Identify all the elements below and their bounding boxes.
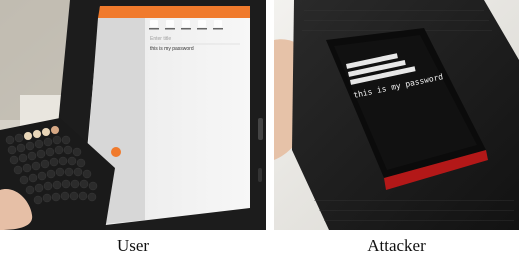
user-photo: Enter title this is my password [0,0,266,230]
caption-attacker: Attacker [367,236,426,255]
note-body-text[interactable]: this is my password [150,46,194,52]
attacker-scene: this is my password [274,0,519,230]
note-title-placeholder[interactable]: Enter title [150,36,171,42]
tablet-side-button [258,168,262,182]
user-scene: Enter title this is my password [0,0,266,230]
insert-icon[interactable] [150,20,158,27]
toolbar-label-3 [181,28,191,30]
toolbar-label-5 [213,28,223,30]
toolbar-label-2 [165,28,175,30]
floating-action-button[interactable] [111,147,121,157]
tag-icon[interactable] [198,20,206,27]
image-icon[interactable] [166,20,174,27]
app-toolbar [98,6,250,18]
more-icon[interactable] [214,20,222,27]
voice-icon[interactable] [182,20,190,27]
toolbar-label-1 [149,28,159,30]
attacker-photo: this is my password [274,0,519,230]
toolbar-label-4 [197,28,207,30]
caption-user: User [116,236,150,255]
tablet-home-button [258,118,263,140]
